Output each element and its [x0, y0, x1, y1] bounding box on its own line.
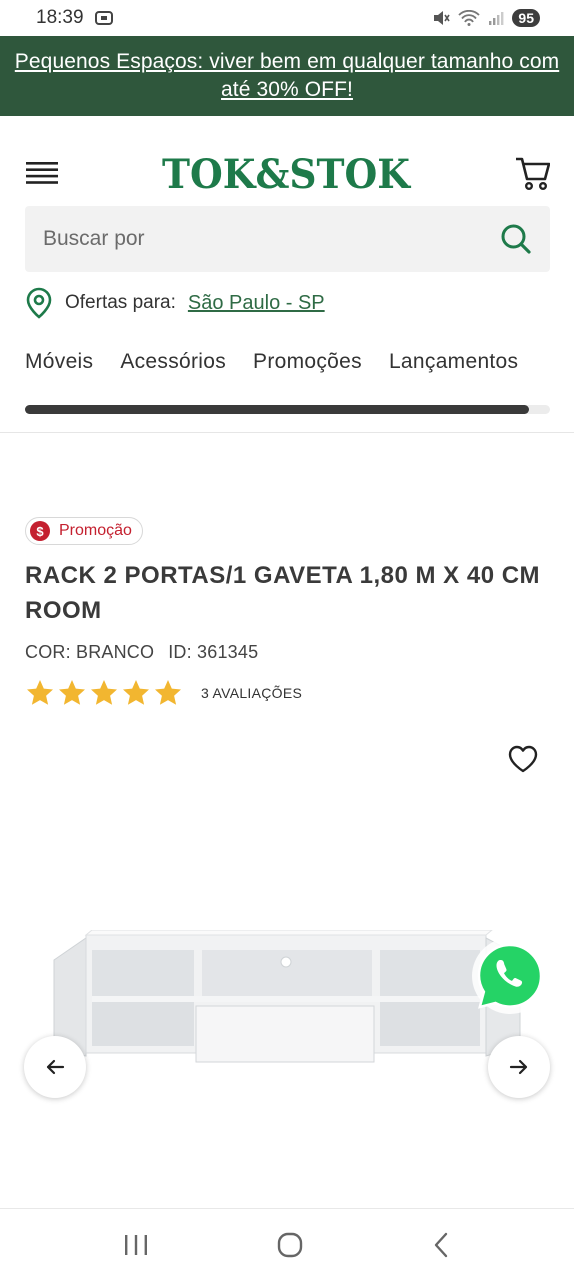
battery-level: 95: [512, 9, 540, 27]
status-time: 18:39: [36, 7, 84, 28]
category-scrollbar-thumb[interactable]: [25, 405, 529, 414]
screenshot-icon: [94, 11, 113, 25]
star-icon: [59, 680, 85, 705]
arrow-right-icon: [509, 1059, 528, 1075]
reviews-count[interactable]: 3 AVALIAÇÕES: [201, 685, 302, 701]
arrow-left-icon: [46, 1059, 65, 1075]
carousel-prev-button[interactable]: [24, 1036, 86, 1098]
logo-text: TOK&STOK: [162, 151, 411, 196]
back-icon[interactable]: [431, 1231, 451, 1259]
location-offers: Ofertas para: São Paulo - SP: [25, 286, 325, 320]
whatsapp-icon[interactable]: [470, 936, 550, 1016]
star-icon: [27, 680, 53, 705]
tokstok-logo[interactable]: TOK&STOK: [160, 150, 412, 196]
system-nav-bar: [0, 1208, 574, 1280]
home-icon[interactable]: [276, 1231, 304, 1259]
product-title: RACK 2 PORTAS/1 GAVETA 1,80 M X 40 CM RO…: [25, 562, 541, 624]
status-bar: 18:39 95: [0, 0, 574, 36]
rating-stars: [25, 678, 183, 708]
star-icon: [155, 680, 181, 705]
product-rating[interactable]: 3 AVALIAÇÕES: [25, 676, 302, 710]
location-pin-icon: [26, 287, 52, 319]
heart-icon[interactable]: [507, 744, 539, 774]
search-box: [25, 206, 550, 272]
category-moveis[interactable]: Móveis: [25, 350, 93, 374]
carousel-next-button[interactable]: [488, 1036, 550, 1098]
promo-banner-link[interactable]: Pequenos Espaços: viver bem em qualquer …: [0, 48, 574, 104]
category-lancamentos[interactable]: Lançamentos: [389, 350, 518, 374]
location-label: Ofertas para:: [65, 292, 176, 313]
location-city-link[interactable]: São Paulo - SP: [188, 292, 325, 315]
signal-icon: [489, 12, 504, 25]
dollar-icon: $: [30, 521, 50, 541]
promo-badge-label: Promoção: [59, 522, 132, 539]
mute-icon: [434, 11, 451, 25]
promo-badge: $ Promoção: [25, 517, 143, 545]
category-promocoes[interactable]: Promoções: [253, 350, 362, 374]
category-scrollbar[interactable]: [25, 405, 550, 414]
promo-banner[interactable]: Pequenos Espaços: viver bem em qualquer …: [0, 36, 574, 116]
menu-icon[interactable]: [26, 162, 58, 184]
product-color: COR: BRANCO: [25, 642, 155, 662]
product-meta: COR: BRANCO ID: 361345: [25, 642, 258, 663]
category-nav: Móveis Acessórios Promoções Lançamentos: [25, 350, 574, 390]
wifi-icon: [458, 10, 481, 26]
category-acessorios[interactable]: Acessórios: [120, 350, 226, 374]
star-icon: [123, 680, 149, 705]
recent-apps-icon[interactable]: [123, 1233, 149, 1257]
product-id: ID: 361345: [168, 642, 259, 662]
divider: [0, 432, 574, 433]
search-input[interactable]: [43, 206, 483, 272]
header: TOK&STOK: [0, 140, 574, 206]
cart-icon[interactable]: [514, 154, 550, 192]
star-icon: [91, 680, 117, 705]
product-image[interactable]: [52, 930, 522, 1065]
search-icon[interactable]: [500, 223, 532, 255]
